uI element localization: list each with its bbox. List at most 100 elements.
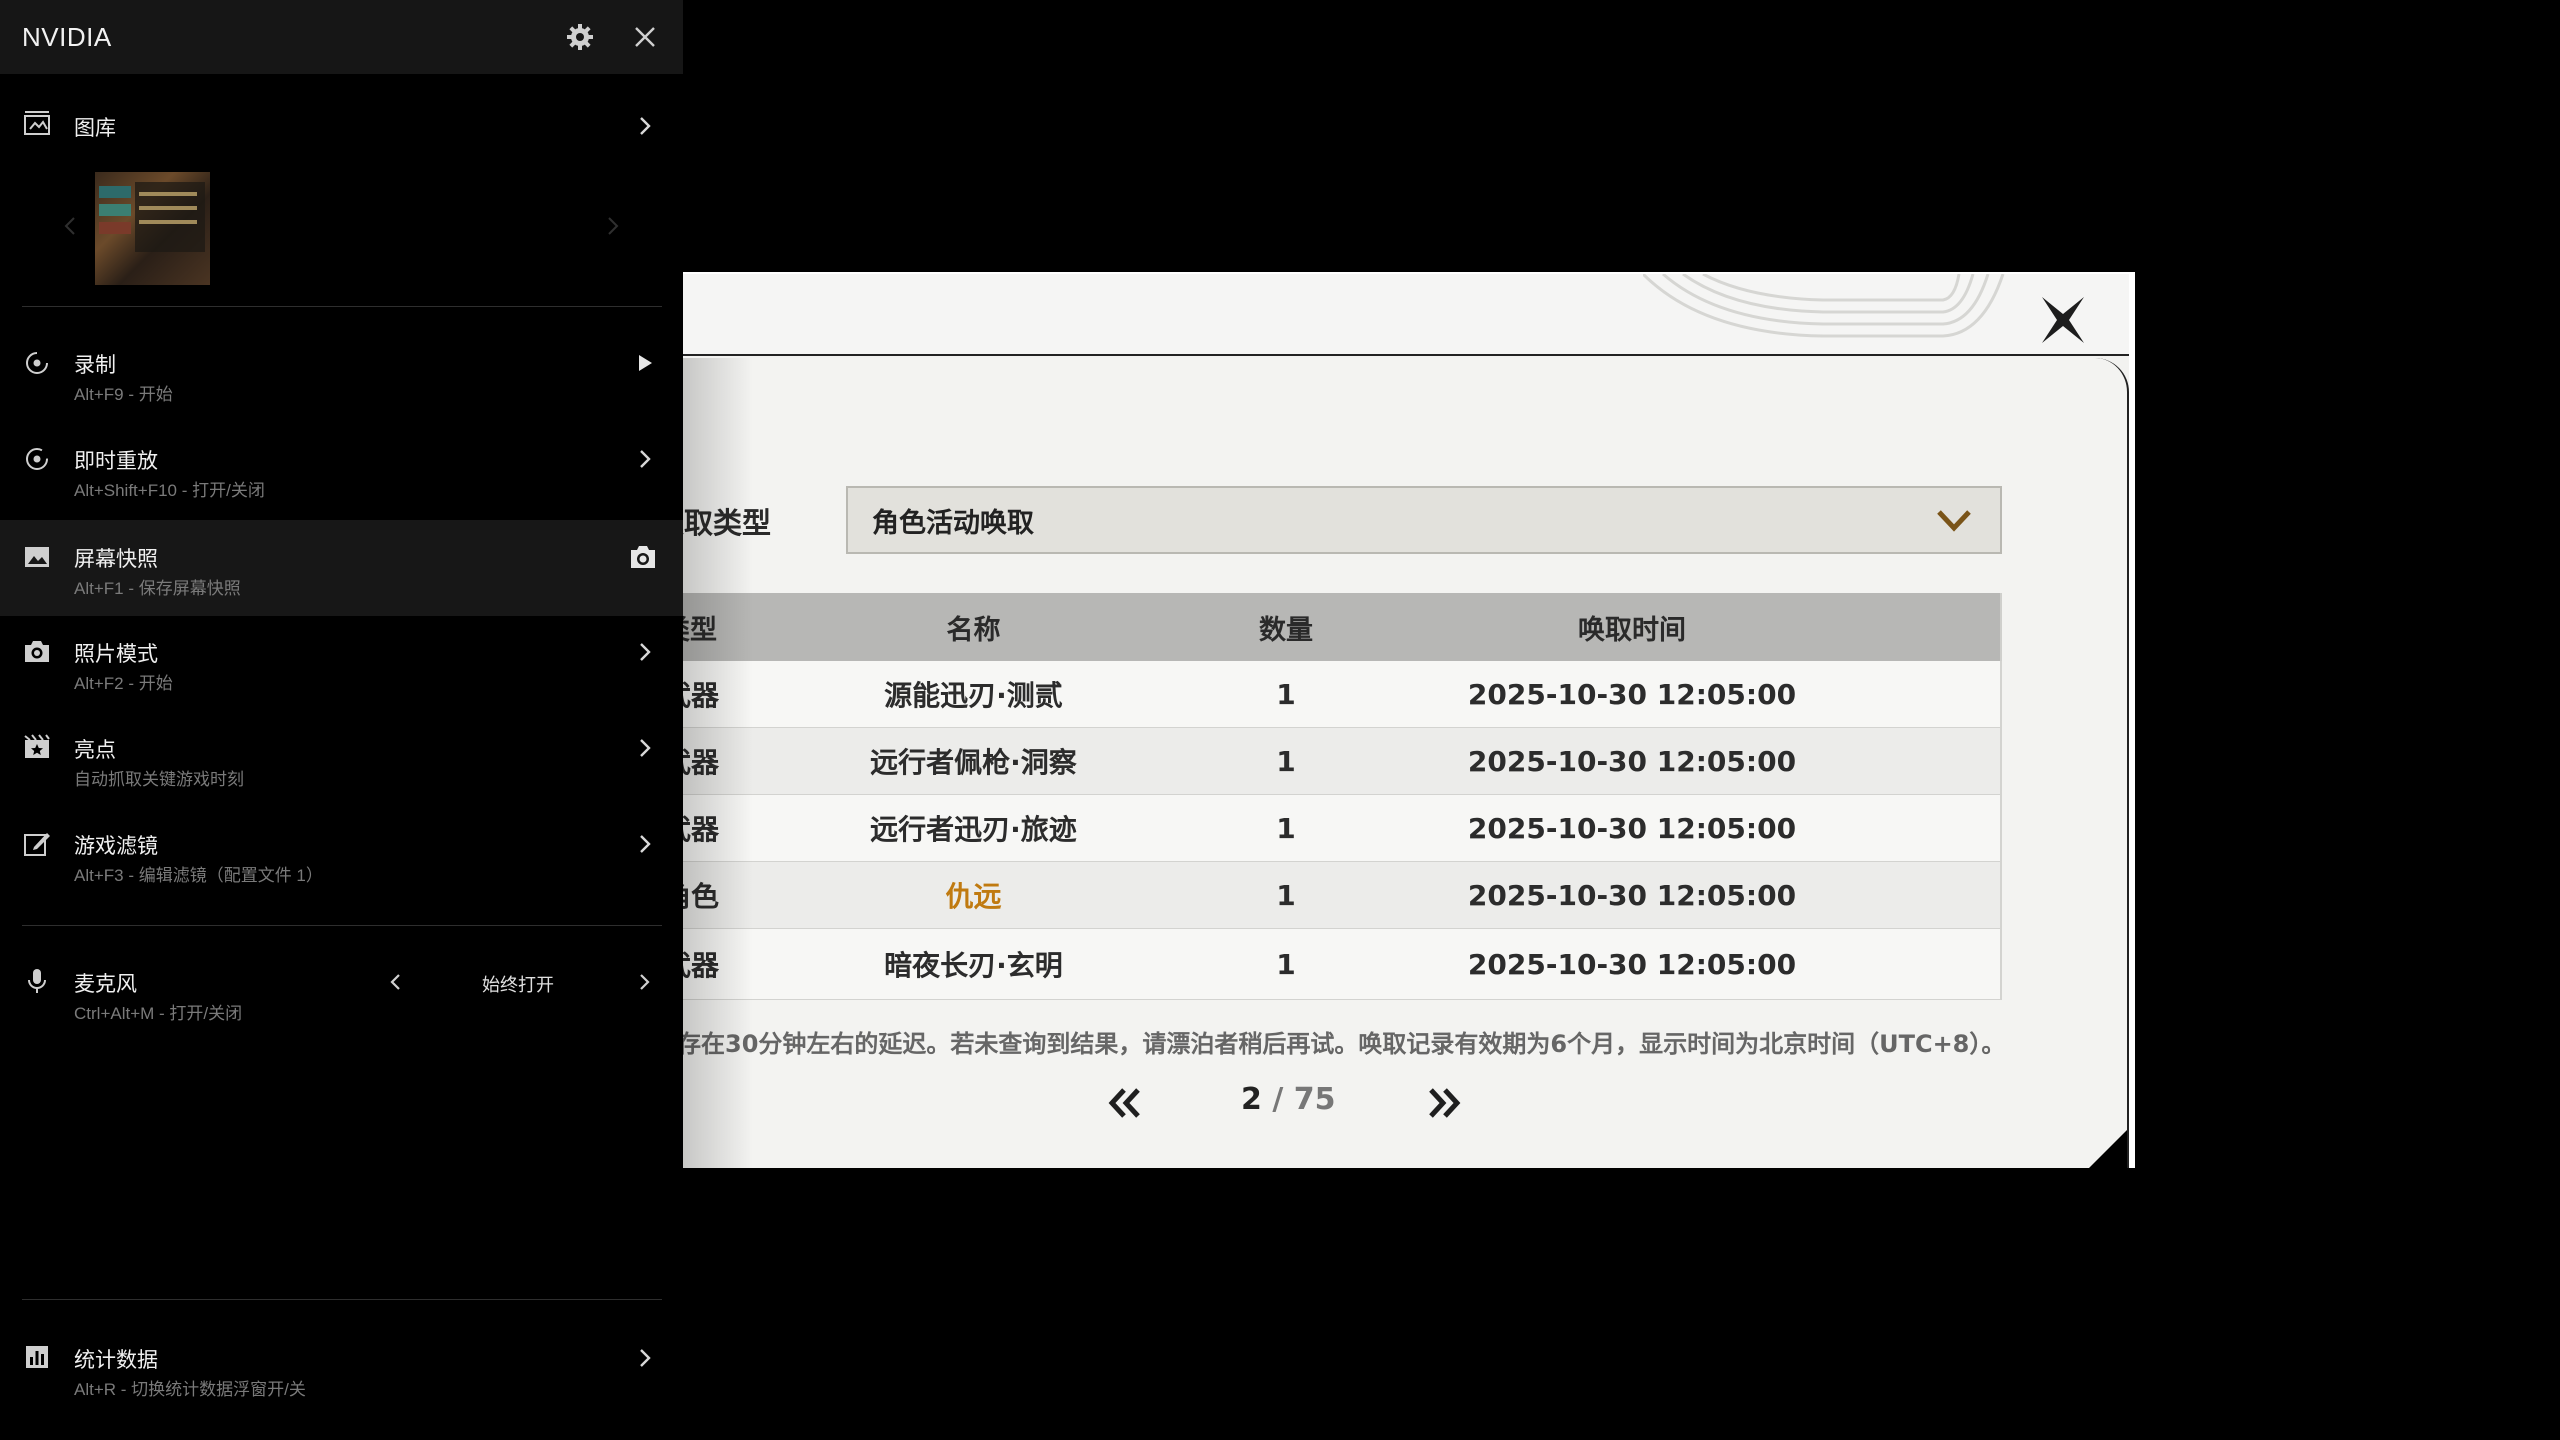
instant-replay-shortcut: Alt+Shift+F10 - 打开/关闭 — [74, 481, 265, 500]
recording-shortcut: Alt+F9 - 开始 — [74, 385, 173, 404]
nvidia-header: NVIDIA — [0, 0, 683, 74]
table-row: 武器 暗夜长刃·玄明 1 2025-10-30 12:05:00 — [683, 929, 2002, 1000]
camera-icon[interactable] — [628, 544, 658, 570]
row-quantity: 1 — [1276, 677, 1296, 711]
screenshot-shortcut: Alt+F1 - 保存屏幕快照 — [74, 579, 241, 598]
row-name: 远行者佩枪·洞察 — [870, 746, 1077, 779]
dialog-close-button[interactable] — [2035, 292, 2091, 348]
table-row: 武器 远行者迅刃·旅迹 1 2025-10-30 12:05:00 — [683, 795, 2002, 862]
page-separator: / — [1272, 1082, 1284, 1117]
chevron-right-icon — [640, 1349, 651, 1367]
photo-mode-shortcut: Alt+F2 - 开始 — [74, 674, 173, 693]
instant-replay-item[interactable]: 即时重放 Alt+Shift+F10 - 打开/关闭 — [0, 436, 683, 506]
gallery-icon — [24, 111, 50, 135]
row-quantity: 1 — [1276, 811, 1296, 845]
table-row: 武器 远行者佩枪·洞察 1 2025-10-30 12:05:00 — [683, 728, 2002, 795]
row-name: 暗夜长刃·玄明 — [884, 949, 1063, 982]
chevron-down-icon — [1937, 510, 1971, 532]
screenshot-label: 屏幕快照 — [74, 548, 158, 571]
gallery-next-icon[interactable] — [605, 216, 621, 236]
dialog-header — [683, 274, 2129, 356]
game-filter-item[interactable]: 游戏滤镜 Alt+F3 - 编辑滤镜（配置文件 1） — [0, 824, 683, 894]
instant-replay-label: 即时重放 — [74, 450, 158, 473]
table-row: 角色 仇远 1 2025-10-30 12:05:00 — [683, 862, 2002, 929]
row-name: 源能迅刃·测贰 — [884, 679, 1063, 712]
row-name: 远行者迅刃·旅迹 — [870, 813, 1077, 846]
divider — [22, 925, 662, 926]
image-icon — [25, 547, 49, 567]
row-time: 2025-10-30 12:05:00 — [1467, 677, 1797, 711]
gallery-thumbnail[interactable] — [95, 172, 210, 285]
divider — [22, 306, 662, 307]
chevron-right-icon — [640, 117, 651, 135]
convene-type-select[interactable]: 角色活动唤取 — [846, 486, 2002, 554]
camera-icon — [25, 641, 49, 662]
row-quantity: 1 — [1276, 947, 1296, 981]
row-quantity: 1 — [1276, 744, 1296, 778]
convene-type-value: 角色活动唤取 — [872, 507, 1034, 539]
gallery-label: 图库 — [74, 117, 116, 140]
chevron-right-icon — [640, 450, 651, 468]
thumbnail-detail — [139, 206, 197, 210]
highlights-item[interactable]: 亮点 自动抓取关键游戏时刻 — [0, 728, 683, 798]
recording-item[interactable]: 录制 Alt+F9 - 开始 — [0, 340, 683, 410]
game-filter-label: 游戏滤镜 — [74, 835, 158, 858]
previous-page-button[interactable] — [1100, 1078, 1150, 1128]
table-header: 类型 名称 数量 唤取时间 — [683, 593, 2002, 661]
close-icon — [635, 27, 655, 47]
total-pages: 75 — [1293, 1082, 1336, 1117]
column-header-time: 唤取时间 — [1578, 614, 1686, 646]
thumbnail-detail — [99, 204, 131, 216]
highlights-label: 亮点 — [74, 739, 116, 762]
thumbnail-detail — [139, 192, 197, 196]
gallery-prev-icon[interactable] — [62, 216, 78, 236]
row-time: 2025-10-30 12:05:00 — [1467, 878, 1797, 912]
photo-mode-item[interactable]: 照片模式 Alt+F2 - 开始 — [0, 632, 683, 702]
thumbnail-detail — [99, 186, 131, 198]
decorative-arcs — [1643, 274, 2005, 338]
statistics-item[interactable]: 统计数据 Alt+R - 切换统计数据浮窗开/关 — [0, 1340, 683, 1410]
row-time: 2025-10-30 12:05:00 — [1467, 811, 1797, 845]
double-chevron-right-icon — [1429, 1088, 1461, 1118]
next-page-button[interactable] — [1419, 1078, 1469, 1128]
filter-edit-icon — [24, 833, 50, 856]
divider — [22, 1299, 662, 1300]
row-time: 2025-10-30 12:05:00 — [1467, 744, 1797, 778]
chevron-right-icon — [640, 835, 651, 853]
convene-record-table: 类型 名称 数量 唤取时间 武器 源能迅刃·测贰 1 2025-10-30 12… — [683, 593, 2002, 1000]
thumbnail-detail — [139, 220, 197, 224]
chevron-right-icon — [640, 643, 651, 661]
record-icon — [26, 352, 48, 374]
bar-chart-icon — [26, 1346, 48, 1368]
nvidia-overlay-panel: NVIDIA 图库 录制 Alt+F9 - 开始 即时重放 Alt+Shift+… — [0, 0, 683, 1440]
double-chevron-left-icon — [1108, 1088, 1140, 1118]
close-overlay-button[interactable] — [627, 19, 663, 55]
record-notice: 存在30分钟左右的延迟。若未查询到结果，请漂泊者稍后再试。唤取记录有效期为6个月… — [683, 1030, 2006, 1058]
current-page: 2 — [1241, 1082, 1262, 1117]
game-filter-shortcut: Alt+F3 - 编辑滤镜（配置文件 1） — [74, 866, 323, 885]
close-star-icon — [2042, 297, 2084, 343]
microphone-shortcut: Ctrl+Alt+M - 打开/关闭 — [74, 1004, 243, 1023]
column-header-quantity: 数量 — [1259, 614, 1313, 646]
microphone-label: 麦克风 — [74, 973, 137, 996]
highlights-icon — [24, 734, 50, 758]
play-icon — [639, 355, 652, 371]
dialog-body: 唤取类型 角色活动唤取 类型 名称 数量 唤取时间 武器 源能迅刃·测贰 1 2… — [683, 358, 2129, 1168]
microphone-icon — [28, 969, 46, 993]
row-quantity: 1 — [1276, 878, 1296, 912]
recording-label: 录制 — [74, 354, 116, 377]
nvidia-title: NVIDIA — [22, 21, 112, 52]
microphone-next-option-button[interactable] — [634, 972, 654, 992]
thumbnail-detail — [99, 222, 131, 234]
gallery-item[interactable]: 图库 — [0, 108, 683, 144]
settings-button[interactable] — [562, 19, 598, 55]
page-indicator: 2 / 75 — [1241, 1082, 1336, 1117]
microphone-mode-value: 始终打开 — [482, 975, 554, 995]
highlights-description: 自动抓取关键游戏时刻 — [74, 770, 244, 789]
statistics-label: 统计数据 — [74, 1349, 158, 1372]
chevron-right-icon — [640, 739, 651, 757]
column-header-name: 名称 — [946, 614, 1001, 646]
instant-replay-icon — [26, 448, 48, 470]
microphone-prev-option-button[interactable] — [386, 972, 406, 992]
screenshot-item[interactable]: 屏幕快照 Alt+F1 - 保存屏幕快照 — [0, 520, 683, 616]
